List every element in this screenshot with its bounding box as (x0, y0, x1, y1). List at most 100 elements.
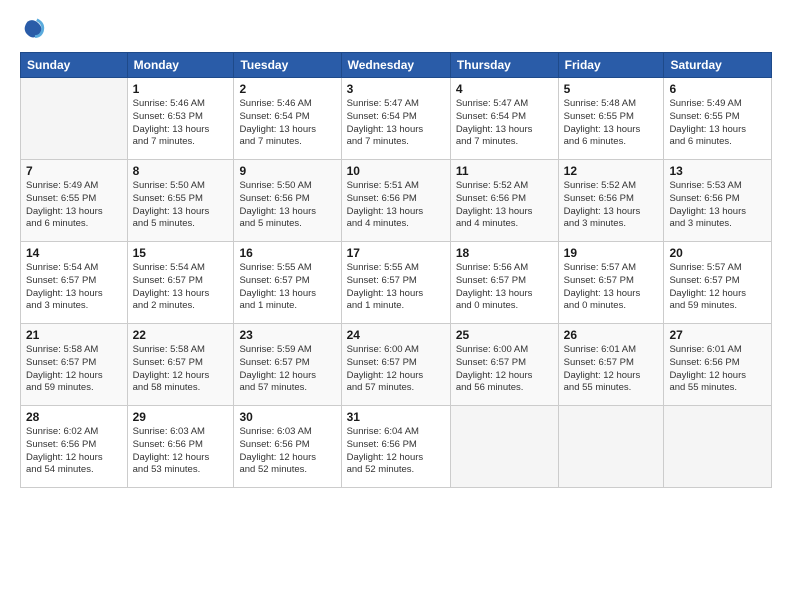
cell-info: Sunrise: 5:58 AM Sunset: 6:57 PM Dayligh… (26, 344, 122, 395)
cell-info: Sunrise: 5:49 AM Sunset: 6:55 PM Dayligh… (669, 98, 766, 149)
cell-info: Sunrise: 6:00 AM Sunset: 6:57 PM Dayligh… (456, 344, 553, 395)
header-cell-saturday: Saturday (664, 53, 772, 78)
calendar-cell: 23 Sunrise: 5:59 AM Sunset: 6:57 PM Dayli… (234, 324, 341, 406)
cell-day-number: 12 (564, 164, 659, 178)
calendar-cell: 29 Sunrise: 6:03 AM Sunset: 6:56 PM Dayli… (127, 406, 234, 488)
cell-info: Sunrise: 5:54 AM Sunset: 6:57 PM Dayligh… (133, 262, 229, 313)
cell-info: Sunrise: 5:52 AM Sunset: 6:56 PM Dayligh… (456, 180, 553, 231)
calendar-cell: 21 Sunrise: 5:58 AM Sunset: 6:57 PM Dayli… (21, 324, 128, 406)
cell-day-number: 15 (133, 246, 229, 260)
calendar-cell: 20 Sunrise: 5:57 AM Sunset: 6:57 PM Dayli… (664, 242, 772, 324)
cell-day-number: 8 (133, 164, 229, 178)
cell-day-number: 23 (239, 328, 335, 342)
calendar-cell: 13 Sunrise: 5:53 AM Sunset: 6:56 PM Dayli… (664, 160, 772, 242)
calendar-cell: 14 Sunrise: 5:54 AM Sunset: 6:57 PM Dayli… (21, 242, 128, 324)
cell-day-number: 10 (347, 164, 445, 178)
cell-info: Sunrise: 5:56 AM Sunset: 6:57 PM Dayligh… (456, 262, 553, 313)
calendar-cell: 1 Sunrise: 5:46 AM Sunset: 6:53 PM Daylig… (127, 78, 234, 160)
calendar-cell: 7 Sunrise: 5:49 AM Sunset: 6:55 PM Daylig… (21, 160, 128, 242)
calendar-cell: 8 Sunrise: 5:50 AM Sunset: 6:55 PM Daylig… (127, 160, 234, 242)
cell-info: Sunrise: 6:03 AM Sunset: 6:56 PM Dayligh… (133, 426, 229, 477)
cell-day-number: 2 (239, 82, 335, 96)
cell-info: Sunrise: 5:59 AM Sunset: 6:57 PM Dayligh… (239, 344, 335, 395)
cell-day-number: 29 (133, 410, 229, 424)
calendar-cell (558, 406, 664, 488)
cell-day-number: 11 (456, 164, 553, 178)
cell-info: Sunrise: 5:46 AM Sunset: 6:54 PM Dayligh… (239, 98, 335, 149)
cell-day-number: 3 (347, 82, 445, 96)
calendar-cell: 15 Sunrise: 5:54 AM Sunset: 6:57 PM Dayli… (127, 242, 234, 324)
calendar-cell: 24Sunrise: 6:00 AM Sunset: 6:57 PM Dayli… (341, 324, 450, 406)
cell-day-number: 30 (239, 410, 335, 424)
cell-day-number: 1 (133, 82, 229, 96)
cell-day-number: 27 (669, 328, 766, 342)
header-cell-wednesday: Wednesday (341, 53, 450, 78)
cell-day-number: 21 (26, 328, 122, 342)
cell-info: Sunrise: 5:51 AM Sunset: 6:56 PM Dayligh… (347, 180, 445, 231)
cell-day-number: 28 (26, 410, 122, 424)
cell-day-number: 22 (133, 328, 229, 342)
calendar-cell: 16Sunrise: 5:55 AM Sunset: 6:57 PM Dayli… (234, 242, 341, 324)
calendar-cell: 30 Sunrise: 6:03 AM Sunset: 6:56 PM Dayli… (234, 406, 341, 488)
week-row-5: 28 Sunrise: 6:02 AM Sunset: 6:56 PM Dayli… (21, 406, 772, 488)
calendar-cell: 31 Sunrise: 6:04 AM Sunset: 6:56 PM Dayli… (341, 406, 450, 488)
cell-day-number: 18 (456, 246, 553, 260)
calendar-cell (21, 78, 128, 160)
calendar-cell: 28 Sunrise: 6:02 AM Sunset: 6:56 PM Dayli… (21, 406, 128, 488)
calendar-cell: 5 Sunrise: 5:48 AM Sunset: 6:55 PM Daylig… (558, 78, 664, 160)
cell-info: Sunrise: 5:53 AM Sunset: 6:56 PM Dayligh… (669, 180, 766, 231)
calendar-cell: 25Sunrise: 6:00 AM Sunset: 6:57 PM Dayli… (450, 324, 558, 406)
header (20, 16, 772, 44)
header-cell-monday: Monday (127, 53, 234, 78)
calendar-cell: 27 Sunrise: 6:01 AM Sunset: 6:56 PM Dayli… (664, 324, 772, 406)
header-cell-sunday: Sunday (21, 53, 128, 78)
cell-info: Sunrise: 5:58 AM Sunset: 6:57 PM Dayligh… (133, 344, 229, 395)
calendar-cell: 26 Sunrise: 6:01 AM Sunset: 6:57 PM Dayli… (558, 324, 664, 406)
cell-info: Sunrise: 5:50 AM Sunset: 6:55 PM Dayligh… (133, 180, 229, 231)
cell-day-number: 6 (669, 82, 766, 96)
cell-info: Sunrise: 5:55 AM Sunset: 6:57 PM Dayligh… (239, 262, 335, 313)
cell-info: Sunrise: 5:55 AM Sunset: 6:57 PM Dayligh… (347, 262, 445, 313)
cell-info: Sunrise: 5:50 AM Sunset: 6:56 PM Dayligh… (239, 180, 335, 231)
cell-info: Sunrise: 5:46 AM Sunset: 6:53 PM Dayligh… (133, 98, 229, 149)
cell-info: Sunrise: 5:57 AM Sunset: 6:57 PM Dayligh… (669, 262, 766, 313)
calendar-cell: 10 Sunrise: 5:51 AM Sunset: 6:56 PM Dayli… (341, 160, 450, 242)
cell-info: Sunrise: 5:48 AM Sunset: 6:55 PM Dayligh… (564, 98, 659, 149)
cell-day-number: 31 (347, 410, 445, 424)
cell-day-number: 26 (564, 328, 659, 342)
calendar-cell: 4 Sunrise: 5:47 AM Sunset: 6:54 PM Daylig… (450, 78, 558, 160)
week-row-4: 21 Sunrise: 5:58 AM Sunset: 6:57 PM Dayli… (21, 324, 772, 406)
calendar-table: SundayMondayTuesdayWednesdayThursdayFrid… (20, 52, 772, 488)
cell-day-number: 17 (347, 246, 445, 260)
week-row-2: 7 Sunrise: 5:49 AM Sunset: 6:55 PM Daylig… (21, 160, 772, 242)
header-cell-friday: Friday (558, 53, 664, 78)
calendar-cell (450, 406, 558, 488)
cell-info: Sunrise: 6:03 AM Sunset: 6:56 PM Dayligh… (239, 426, 335, 477)
cell-info: Sunrise: 6:02 AM Sunset: 6:56 PM Dayligh… (26, 426, 122, 477)
cell-info: Sunrise: 5:54 AM Sunset: 6:57 PM Dayligh… (26, 262, 122, 313)
calendar-cell: 6 Sunrise: 5:49 AM Sunset: 6:55 PM Daylig… (664, 78, 772, 160)
logo-area (20, 16, 52, 44)
week-row-3: 14 Sunrise: 5:54 AM Sunset: 6:57 PM Dayli… (21, 242, 772, 324)
cell-info: Sunrise: 6:04 AM Sunset: 6:56 PM Dayligh… (347, 426, 445, 477)
cell-day-number: 20 (669, 246, 766, 260)
cell-day-number: 24 (347, 328, 445, 342)
logo-icon (20, 16, 48, 44)
cell-day-number: 19 (564, 246, 659, 260)
cell-day-number: 4 (456, 82, 553, 96)
cell-info: Sunrise: 5:52 AM Sunset: 6:56 PM Dayligh… (564, 180, 659, 231)
calendar-cell: 17 Sunrise: 5:55 AM Sunset: 6:57 PM Dayli… (341, 242, 450, 324)
cell-info: Sunrise: 6:01 AM Sunset: 6:56 PM Dayligh… (669, 344, 766, 395)
week-row-1: 1 Sunrise: 5:46 AM Sunset: 6:53 PM Daylig… (21, 78, 772, 160)
cell-day-number: 14 (26, 246, 122, 260)
cell-info: Sunrise: 5:49 AM Sunset: 6:55 PM Dayligh… (26, 180, 122, 231)
cell-day-number: 9 (239, 164, 335, 178)
calendar-cell: 11 Sunrise: 5:52 AM Sunset: 6:56 PM Dayli… (450, 160, 558, 242)
cell-day-number: 13 (669, 164, 766, 178)
cell-day-number: 7 (26, 164, 122, 178)
cell-info: Sunrise: 6:01 AM Sunset: 6:57 PM Dayligh… (564, 344, 659, 395)
cell-info: Sunrise: 5:47 AM Sunset: 6:54 PM Dayligh… (456, 98, 553, 149)
cell-day-number: 5 (564, 82, 659, 96)
calendar-cell: 19Sunrise: 5:57 AM Sunset: 6:57 PM Dayli… (558, 242, 664, 324)
calendar-cell: 12 Sunrise: 5:52 AM Sunset: 6:56 PM Dayli… (558, 160, 664, 242)
